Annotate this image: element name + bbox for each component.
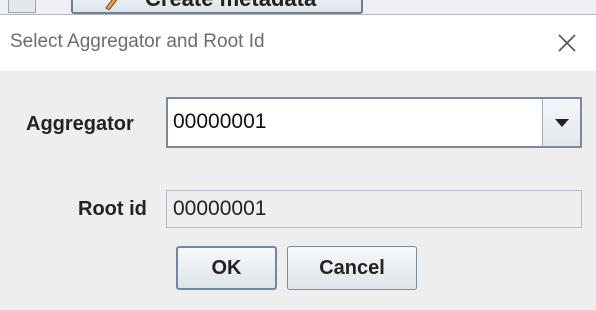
aggregator-dropdown-button[interactable] (542, 99, 580, 146)
toolbar-grip (8, 0, 36, 13)
dialog-titlebar: Select Aggregator and Root Id (0, 15, 596, 71)
close-button[interactable] (552, 28, 582, 58)
screen: Create metadata Select Aggregator and Ro… (0, 0, 596, 310)
create-metadata-button[interactable]: Create metadata (71, 0, 363, 14)
dialog-title: Select Aggregator and Root Id (10, 31, 265, 52)
pencil-icon (105, 0, 118, 10)
aggregator-combobox[interactable]: 00000001 (166, 97, 582, 148)
close-icon (558, 34, 576, 52)
cancel-button[interactable]: Cancel (287, 246, 417, 290)
select-aggregator-dialog: Select Aggregator and Root Id Aggregator… (0, 14, 596, 310)
root-id-label: Root id (78, 198, 147, 220)
create-metadata-label: Create metadata (145, 0, 316, 12)
root-id-value: 00000001 (173, 197, 267, 220)
ok-button[interactable]: OK (176, 246, 277, 290)
aggregator-value: 00000001 (173, 110, 267, 133)
triangle-down-icon (554, 118, 569, 127)
aggregator-label: Aggregator (26, 113, 134, 135)
root-id-field: 00000001 (166, 190, 582, 228)
